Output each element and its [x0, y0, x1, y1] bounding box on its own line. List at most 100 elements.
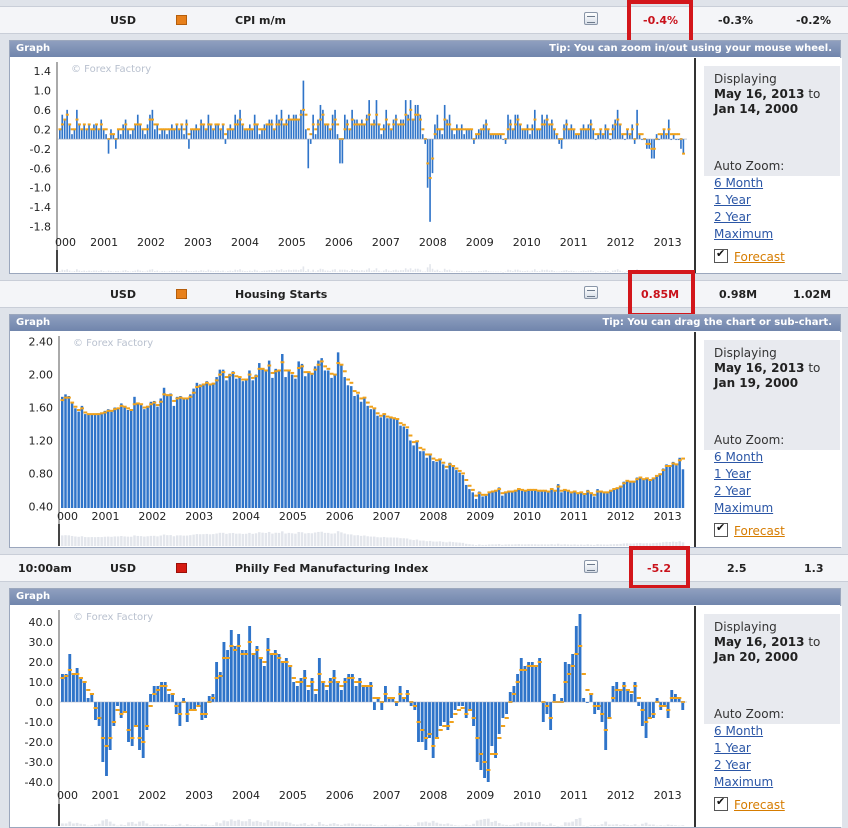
zoom-1-year[interactable]: 1 Year	[714, 192, 784, 209]
bar[interactable]	[379, 417, 383, 508]
bar[interactable]	[680, 139, 682, 149]
bar[interactable]	[441, 134, 444, 140]
bar[interactable]	[329, 129, 332, 140]
bar[interactable]	[552, 694, 556, 702]
bar[interactable]	[378, 124, 380, 140]
bar[interactable]	[369, 409, 373, 508]
bar[interactable]	[93, 414, 97, 508]
bar[interactable]	[461, 475, 465, 508]
bar[interactable]	[161, 129, 163, 140]
bar[interactable]	[163, 129, 166, 140]
bar[interactable]	[538, 658, 542, 702]
bar[interactable]	[439, 702, 442, 726]
bar[interactable]	[254, 374, 258, 508]
bar[interactable]	[108, 702, 112, 750]
bar[interactable]	[490, 702, 494, 746]
bar[interactable]	[514, 114, 517, 140]
bar[interactable]	[139, 404, 143, 508]
bar[interactable]	[348, 129, 351, 140]
bar[interactable]	[629, 694, 633, 702]
event-name[interactable]: Philly Fed Manufacturing Index	[235, 562, 428, 575]
bar[interactable]	[409, 100, 412, 140]
bar[interactable]	[270, 119, 273, 140]
bar[interactable]	[130, 702, 134, 746]
bar[interactable]	[461, 702, 464, 706]
bar[interactable]	[446, 119, 448, 140]
bar[interactable]	[185, 702, 189, 722]
bar[interactable]	[429, 139, 431, 222]
bar[interactable]	[336, 352, 340, 508]
bar[interactable]	[285, 119, 288, 140]
bar[interactable]	[95, 124, 98, 140]
bar[interactable]	[353, 396, 356, 508]
bar[interactable]	[248, 124, 251, 140]
bar[interactable]	[626, 690, 630, 702]
bar[interactable]	[436, 114, 439, 140]
bar[interactable]	[376, 415, 379, 508]
bar[interactable]	[365, 114, 368, 140]
bar[interactable]	[587, 124, 590, 140]
forecast-checkbox[interactable]	[714, 247, 728, 263]
bar[interactable]	[313, 366, 317, 508]
bar[interactable]	[325, 690, 329, 702]
bar[interactable]	[317, 658, 321, 702]
bar[interactable]	[174, 702, 178, 714]
bar[interactable]	[152, 400, 156, 508]
bar[interactable]	[178, 129, 180, 140]
bar[interactable]	[202, 383, 205, 508]
bar[interactable]	[550, 488, 553, 508]
bar[interactable]	[124, 119, 127, 140]
bar[interactable]	[637, 702, 641, 706]
bar[interactable]	[370, 124, 373, 140]
bar[interactable]	[295, 114, 297, 140]
bar[interactable]	[277, 370, 281, 508]
bar[interactable]	[573, 490, 576, 508]
zoom-maximum[interactable]: Maximum	[714, 774, 784, 791]
bar[interactable]	[442, 702, 446, 722]
bar[interactable]	[146, 124, 149, 140]
bar[interactable]	[225, 380, 228, 508]
bar[interactable]	[448, 462, 452, 508]
bar[interactable]	[421, 134, 424, 140]
bar[interactable]	[406, 690, 409, 702]
bar[interactable]	[395, 419, 399, 508]
bar[interactable]	[138, 702, 141, 750]
bar[interactable]	[622, 481, 626, 508]
bar[interactable]	[507, 490, 511, 508]
bar[interactable]	[424, 702, 428, 750]
bar[interactable]	[204, 702, 208, 718]
detail-icon[interactable]	[584, 560, 598, 573]
bar[interactable]	[607, 129, 609, 140]
bar[interactable]	[604, 702, 608, 750]
forecast-link[interactable]: Forecast	[734, 798, 785, 812]
bar[interactable]	[365, 686, 369, 702]
bar[interactable]	[281, 354, 284, 508]
bar[interactable]	[438, 458, 442, 508]
bar[interactable]	[292, 682, 296, 702]
bar[interactable]	[626, 129, 629, 140]
bar[interactable]	[120, 403, 123, 508]
bar[interactable]	[448, 114, 451, 140]
bar[interactable]	[458, 472, 461, 508]
bar[interactable]	[139, 124, 142, 140]
bar[interactable]	[451, 129, 453, 140]
bar[interactable]	[533, 109, 536, 140]
bar[interactable]	[244, 129, 246, 140]
bar[interactable]	[580, 129, 582, 140]
bar[interactable]	[592, 129, 595, 140]
bar[interactable]	[146, 405, 149, 508]
bar[interactable]	[475, 702, 479, 762]
forecast-checkbox[interactable]	[714, 521, 728, 537]
bar[interactable]	[64, 674, 68, 702]
bar[interactable]	[93, 124, 95, 140]
bar[interactable]	[189, 394, 192, 508]
bar[interactable]	[460, 124, 463, 140]
bar[interactable]	[215, 377, 218, 508]
bar[interactable]	[268, 119, 271, 140]
bar[interactable]	[582, 124, 585, 140]
bar[interactable]	[529, 134, 531, 140]
bar[interactable]	[324, 124, 327, 140]
bar[interactable]	[519, 658, 523, 702]
bar[interactable]	[505, 702, 509, 714]
bar[interactable]	[527, 662, 531, 702]
